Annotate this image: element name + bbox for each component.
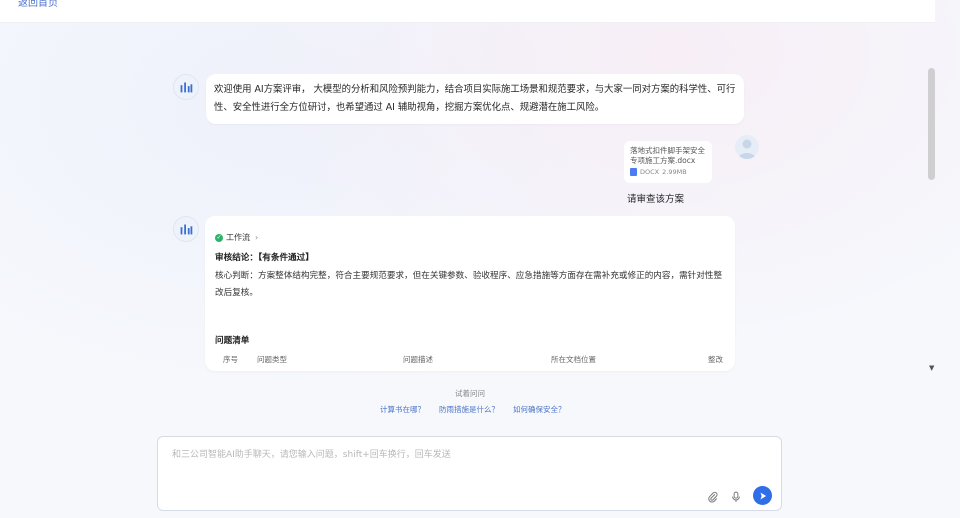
core-judgement: 核心判断：方案整体结构完整，符合主要规范要求，但在关键参数、验收程序、应急措施等… [215,271,723,298]
user-message: 请审查该方案 [627,194,685,205]
ai-logo-icon [180,82,193,93]
suggestion-list: 计算书在哪？ 防雨措施是什么？ 如何确保安全？ [380,404,566,415]
chat-input-box [157,436,782,511]
file-name: 落地式扣件脚手架安全专项施工方案.docx [630,146,705,165]
review-result-message: ✓ 工作流 › 审核结论：【有条件通过】 核心判断：方案整体结构完整，符合主要规… [205,216,735,371]
attached-file-card[interactable]: 落地式扣件脚手架安全专项施工方案.docx DOCX 2.99MB [624,141,712,183]
send-icon [760,492,766,499]
docx-file-icon [630,168,637,176]
user-icon [738,139,756,159]
column-header: 序号 [223,355,238,364]
suggestion-item[interactable]: 计算书在哪？ [380,404,425,415]
suggestions-title: 试着问问 [455,389,485,398]
chat-input[interactable] [170,445,774,479]
issues-table-header: 序号 问题类型 问题描述 所在文档位置 整改 [215,354,725,368]
column-header: 所在文档位置 [551,355,596,364]
file-size: 2.99MB [662,168,687,176]
top-bar: 返回首页 [0,0,935,23]
scrollbar-thumb[interactable] [928,68,935,180]
file-type: DOCX [640,168,660,176]
ai-logo-icon [180,224,193,235]
column-header: 问题描述 [403,355,433,364]
ai-avatar [173,216,199,242]
check-icon: ✓ [215,233,223,242]
column-header: 整改 [708,355,723,364]
suggestion-item[interactable]: 防雨措施是什么？ [439,404,499,415]
review-conclusion: 审核结论：【有条件通过】 [215,253,314,263]
send-button[interactable] [753,486,772,505]
scroll-down-arrow-icon[interactable]: ▼ [929,364,934,372]
column-header: 问题类型 [257,355,287,364]
attachment-icon[interactable] [706,490,720,504]
chevron-right-icon: › [255,233,259,242]
ai-avatar [173,74,199,100]
workflow-status[interactable]: ✓ 工作流 › [215,232,258,243]
workflow-label: 工作流 [226,233,250,242]
user-avatar [735,135,759,159]
welcome-message: 欢迎使用 AI方案评审， 大模型的分析和风险预判能力，结合项目实际施工场景和规范… [206,74,744,124]
suggestion-item[interactable]: 如何确保安全？ [513,404,566,415]
back-home-link[interactable]: 返回首页 [18,0,58,9]
issues-title: 问题清单 [215,336,250,346]
microphone-icon[interactable] [729,490,743,504]
